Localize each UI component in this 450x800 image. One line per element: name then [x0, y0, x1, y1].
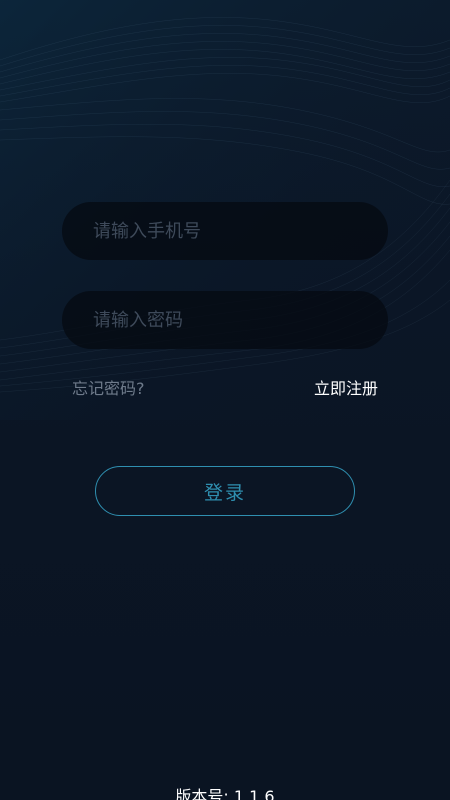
- phone-input[interactable]: [91, 219, 368, 243]
- phone-field[interactable]: [62, 202, 388, 260]
- password-input[interactable]: [91, 308, 368, 332]
- login-screen: 忘记密码? 立即注册 登录 版本号: 1.1.6: [0, 0, 450, 800]
- password-field[interactable]: [62, 291, 388, 349]
- forgot-password-link[interactable]: 忘记密码?: [72, 379, 145, 399]
- register-link[interactable]: 立即注册: [314, 379, 378, 399]
- login-button[interactable]: 登录: [95, 466, 355, 516]
- version-label: 版本号: 1.1.6: [175, 787, 275, 800]
